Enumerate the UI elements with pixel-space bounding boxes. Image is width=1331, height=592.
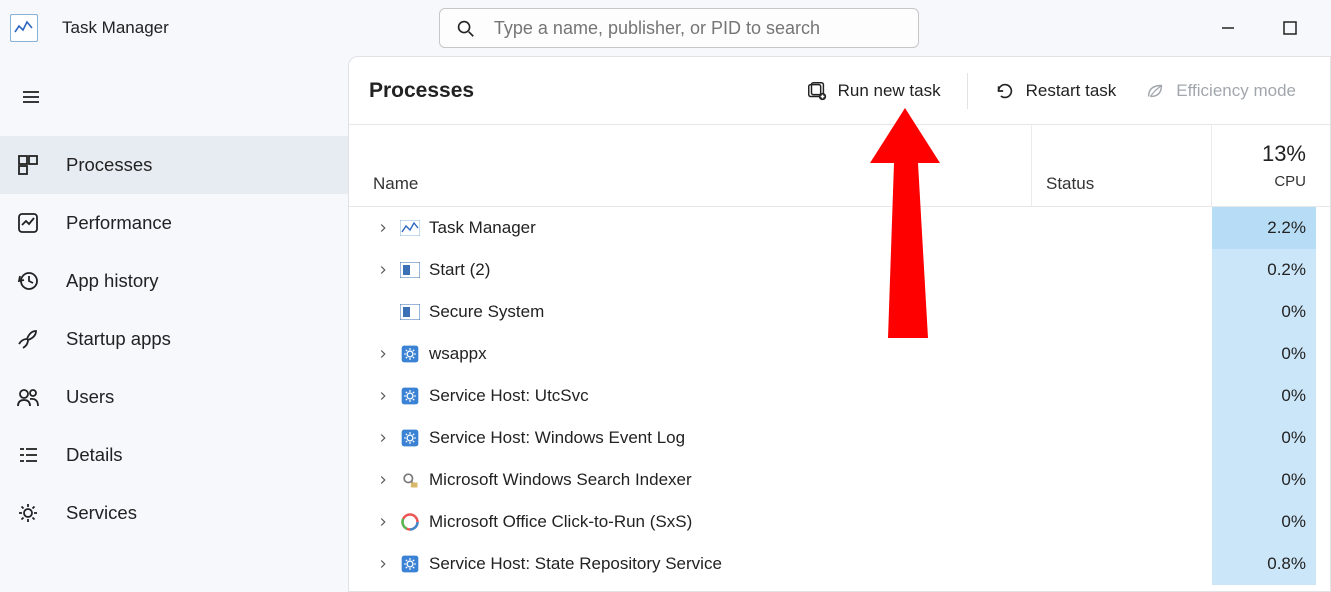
process-name: Service Host: UtcSvc xyxy=(429,386,589,406)
performance-icon xyxy=(16,211,40,235)
process-name: Service Host: State Repository Service xyxy=(429,554,722,574)
sidebar-item-users[interactable]: Users xyxy=(0,368,348,426)
processes-icon xyxy=(16,153,40,177)
sidebar-item-app-history[interactable]: App history xyxy=(0,252,348,310)
details-icon xyxy=(16,443,40,467)
process-name: Start (2) xyxy=(429,260,490,280)
leaf-icon xyxy=(1144,80,1166,102)
run-task-icon xyxy=(806,80,828,102)
column-status[interactable]: Status xyxy=(1032,125,1212,206)
restart-icon xyxy=(994,80,1016,102)
efficiency-mode-button[interactable]: Efficiency mode xyxy=(1130,69,1310,113)
app-icon xyxy=(10,14,38,42)
process-icon xyxy=(399,343,421,365)
minimize-button[interactable] xyxy=(1211,11,1245,45)
process-name: Service Host: Windows Event Log xyxy=(429,428,685,448)
cpu-total: 13% xyxy=(1262,141,1306,167)
process-cpu: 0% xyxy=(1212,417,1316,459)
search-box[interactable] xyxy=(439,8,919,48)
services-icon xyxy=(16,501,40,525)
minimize-icon xyxy=(1216,16,1240,40)
chevron-right-icon[interactable] xyxy=(375,472,391,488)
sidebar-item-label: Services xyxy=(66,502,137,524)
chevron-right-icon[interactable] xyxy=(375,430,391,446)
process-cpu: 0% xyxy=(1212,459,1316,501)
sidebar-item-label: Processes xyxy=(66,154,152,176)
table-row[interactable]: Secure System 0% xyxy=(349,291,1330,333)
table-row[interactable]: Microsoft Office Click-to-Run (SxS) 0% xyxy=(349,501,1330,543)
sidebar-item-label: Startup apps xyxy=(66,328,171,350)
chevron-right-icon[interactable] xyxy=(375,346,391,362)
process-cpu: 0% xyxy=(1212,291,1316,333)
process-name: Task Manager xyxy=(429,218,536,238)
cpu-label: CPU xyxy=(1274,173,1306,190)
process-name: Microsoft Windows Search Indexer xyxy=(429,470,692,490)
title-bar: Task Manager xyxy=(0,0,1331,56)
process-cpu: 0.2% xyxy=(1212,249,1316,291)
process-cpu: 0% xyxy=(1212,501,1316,543)
page-heading: Processes xyxy=(369,79,474,103)
process-icon xyxy=(399,385,421,407)
process-name: Secure System xyxy=(429,302,544,322)
run-new-task-label: Run new task xyxy=(838,81,941,101)
main-toolbar: Processes Run new task Restart task Effi… xyxy=(349,57,1330,125)
process-name: wsappx xyxy=(429,344,487,364)
process-name: Microsoft Office Click-to-Run (SxS) xyxy=(429,512,692,532)
search-icon xyxy=(454,17,476,39)
sidebar-item-processes[interactable]: Processes xyxy=(0,136,348,194)
process-icon xyxy=(399,553,421,575)
maximize-button[interactable] xyxy=(1273,11,1307,45)
search-input[interactable] xyxy=(494,18,904,39)
chevron-right-icon[interactable] xyxy=(375,220,391,236)
maximize-icon xyxy=(1278,16,1302,40)
process-cpu: 0.8% xyxy=(1212,543,1316,585)
sidebar-item-startup-apps[interactable]: Startup apps xyxy=(0,310,348,368)
table-header: Name Status 13% CPU xyxy=(349,125,1330,207)
column-cpu[interactable]: 13% CPU xyxy=(1212,125,1316,206)
table-row[interactable]: Task Manager 2.2% xyxy=(349,207,1330,249)
process-cpu: 2.2% xyxy=(1212,207,1316,249)
process-icon xyxy=(399,511,421,533)
process-icon xyxy=(399,301,421,323)
chevron-right-icon[interactable] xyxy=(375,556,391,572)
chevron-right-icon[interactable] xyxy=(375,262,391,278)
process-list: Task Manager 2.2% Start (2) 0.2% Secure … xyxy=(349,207,1330,591)
efficiency-mode-label: Efficiency mode xyxy=(1176,81,1296,101)
chevron-right-icon[interactable] xyxy=(375,388,391,404)
table-row[interactable]: Service Host: Windows Event Log 0% xyxy=(349,417,1330,459)
sidebar-item-details[interactable]: Details xyxy=(0,426,348,484)
sidebar-item-services[interactable]: Services xyxy=(0,484,348,542)
sidebar-item-performance[interactable]: Performance xyxy=(0,194,348,252)
sidebar-item-label: Performance xyxy=(66,212,172,234)
history-icon xyxy=(16,269,40,293)
menu-icon xyxy=(19,85,43,109)
sidebar-item-label: Details xyxy=(66,444,123,466)
table-row[interactable]: Start (2) 0.2% xyxy=(349,249,1330,291)
restart-task-label: Restart task xyxy=(1026,81,1117,101)
process-icon xyxy=(399,259,421,281)
startup-icon xyxy=(16,327,40,351)
toolbar-separator xyxy=(967,73,968,109)
run-new-task-button[interactable]: Run new task xyxy=(792,69,955,113)
table-row[interactable]: wsappx 0% xyxy=(349,333,1330,375)
process-cpu: 0% xyxy=(1212,375,1316,417)
process-icon xyxy=(399,469,421,491)
sidebar: Processes Performance App history Startup a… xyxy=(0,56,348,592)
column-name[interactable]: Name xyxy=(349,125,1032,206)
users-icon xyxy=(16,385,40,409)
hamburger-button[interactable] xyxy=(6,76,56,118)
table-row[interactable]: Microsoft Windows Search Indexer 0% xyxy=(349,459,1330,501)
process-cpu: 0% xyxy=(1212,333,1316,375)
table-row[interactable]: Service Host: UtcSvc 0% xyxy=(349,375,1330,417)
table-row[interactable]: Service Host: State Repository Service 0… xyxy=(349,543,1330,585)
sidebar-item-label: Users xyxy=(66,386,114,408)
process-icon xyxy=(399,427,421,449)
sidebar-item-label: App history xyxy=(66,270,159,292)
app-title: Task Manager xyxy=(62,18,169,38)
process-icon xyxy=(399,217,421,239)
restart-task-button[interactable]: Restart task xyxy=(980,69,1131,113)
main-panel: Processes Run new task Restart task Effi… xyxy=(348,56,1331,592)
chevron-right-icon[interactable] xyxy=(375,514,391,530)
